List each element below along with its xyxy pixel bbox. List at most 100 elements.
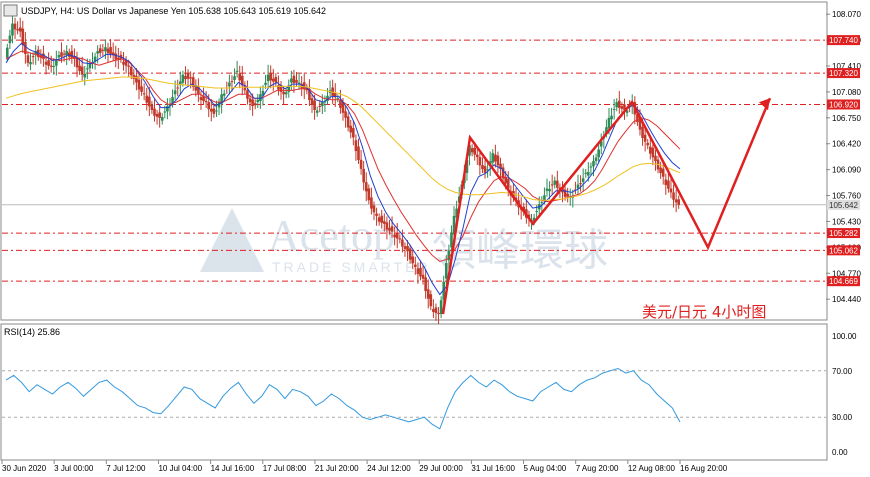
candle-body xyxy=(176,87,180,89)
rsi-tick-label: 30.00 xyxy=(832,413,853,422)
candle-body xyxy=(18,27,22,32)
candle-body xyxy=(101,49,105,51)
watermark-tagline: TRADE SMARTER xyxy=(272,259,431,275)
candle-body xyxy=(65,51,68,56)
candle-body xyxy=(496,155,500,166)
candle-body xyxy=(86,68,89,70)
candle-body xyxy=(135,75,138,83)
candle-body xyxy=(104,47,107,52)
time-tick-label: 29 Jul 00:00 xyxy=(419,464,463,473)
time-tick-label: 31 Jul 16:00 xyxy=(471,464,515,473)
candle-body xyxy=(594,157,598,161)
time-tick-label: 3 Jul 00:00 xyxy=(54,464,94,473)
candle-body xyxy=(336,98,340,100)
time-tick-label: 30 Jun 2020 xyxy=(2,464,47,473)
level-label: 107.320 xyxy=(829,69,858,78)
level-label: 104.669 xyxy=(829,277,858,286)
candle-body xyxy=(377,217,381,222)
candle-body xyxy=(204,100,208,103)
candle-body xyxy=(437,312,440,315)
candle-body xyxy=(264,82,267,85)
candle-body xyxy=(80,66,84,75)
candle-body xyxy=(11,23,14,36)
candle-body xyxy=(372,205,376,213)
time-tick-label: 17 Jul 08:00 xyxy=(263,464,307,473)
candle-body xyxy=(199,97,203,101)
rsi-panel-frame xyxy=(0,323,828,461)
time-tick-label: 14 Jul 16:00 xyxy=(211,464,255,473)
price-tick-label: 105.430 xyxy=(832,217,861,226)
candle-body xyxy=(109,46,112,54)
candle-body xyxy=(78,65,81,71)
candle-body xyxy=(429,294,433,307)
candle-body xyxy=(145,95,149,103)
level-label: 105.062 xyxy=(829,246,858,255)
current-price-label: 105.642 xyxy=(829,201,858,210)
candle-body xyxy=(148,96,151,107)
candle-body xyxy=(96,51,99,54)
level-label: 107.740 xyxy=(829,36,858,45)
candle-body xyxy=(57,55,61,58)
candle-body xyxy=(44,61,48,65)
candle-body xyxy=(142,93,146,95)
candle-body xyxy=(83,73,87,78)
time-tick-label: 21 Jul 20:00 xyxy=(315,464,359,473)
candle-body xyxy=(481,165,484,170)
price-tick-label: 108.070 xyxy=(832,10,861,19)
candle-body xyxy=(592,161,595,167)
candle-body xyxy=(664,179,668,186)
candle-body xyxy=(579,183,582,185)
candle-body xyxy=(233,76,236,80)
candle-body xyxy=(439,300,443,315)
candle-body xyxy=(641,126,644,138)
candle-body xyxy=(576,184,580,189)
candle-body xyxy=(31,56,35,58)
candle-body xyxy=(282,91,285,95)
candle-body xyxy=(607,117,611,129)
candle-body xyxy=(181,74,185,83)
candle-body xyxy=(290,78,293,83)
candle-body xyxy=(140,86,143,92)
candle-body xyxy=(163,111,167,113)
candle-body xyxy=(661,168,665,177)
rsi-label: RSI(14) 25.86 xyxy=(4,327,60,337)
candle-body xyxy=(292,75,296,84)
candle-body xyxy=(173,90,177,95)
candle-body xyxy=(654,155,657,161)
time-tick-label: 24 Jul 12:00 xyxy=(367,464,411,473)
candle-body xyxy=(370,197,373,209)
candle-body xyxy=(259,94,262,102)
candle-body xyxy=(321,102,324,107)
chart-menu-icon[interactable] xyxy=(3,4,18,17)
candle-body xyxy=(127,65,130,67)
candle-body xyxy=(256,99,260,103)
price-tick-label: 106.420 xyxy=(832,140,861,149)
candle-body xyxy=(615,102,619,108)
candle-body xyxy=(672,192,675,200)
candle-body xyxy=(610,115,613,120)
candle-body xyxy=(209,108,213,112)
candle-body xyxy=(5,47,9,58)
candle-body xyxy=(315,110,319,113)
candle-body xyxy=(390,226,394,232)
candle-body xyxy=(411,256,415,264)
candle-body xyxy=(426,289,430,299)
time-tick-label: 16 Aug 20:00 xyxy=(680,464,728,473)
candle-body xyxy=(222,93,226,96)
candle-body xyxy=(649,146,652,154)
candle-body xyxy=(16,29,19,31)
candle-body xyxy=(419,268,422,277)
candle-body xyxy=(406,245,409,252)
candle-body xyxy=(597,149,600,158)
candle-body xyxy=(395,232,399,239)
candle-body xyxy=(184,76,187,80)
candle-body xyxy=(8,35,12,44)
candle-body xyxy=(550,184,554,186)
candle-body xyxy=(483,166,487,173)
candle-body xyxy=(313,100,316,110)
candle-body xyxy=(271,78,275,82)
candle-body xyxy=(158,112,161,118)
candle-body xyxy=(424,277,427,292)
candle-body xyxy=(62,53,66,55)
candle-body xyxy=(651,147,655,158)
